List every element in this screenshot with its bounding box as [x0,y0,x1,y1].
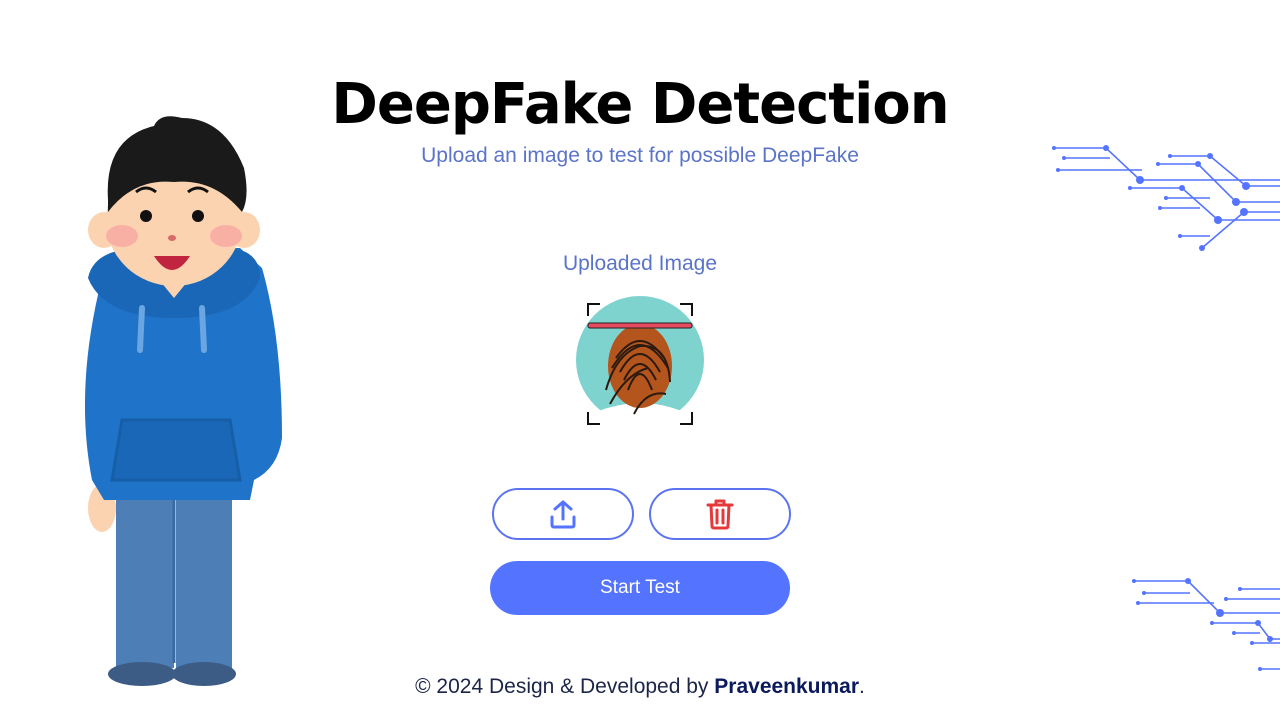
page-title: DeepFake Detection [331,72,949,137]
trash-icon [706,499,734,530]
footer-author: Praveenkumar [714,675,860,698]
person-illustration [84,116,283,686]
circuit-decoration-bottom [1132,578,1280,671]
start-test-button[interactable]: Start Test [490,561,790,615]
footer-suffix: . [859,675,865,698]
circuit-decoration-top [1052,145,1280,251]
uploaded-image-label: Uploaded Image [562,252,718,275]
footer-prefix: © 2024 Design & Developed by [415,675,715,698]
delete-button[interactable] [649,488,791,540]
upload-button[interactable] [492,488,634,540]
fingerprint-scan-icon [576,296,704,428]
footer-credit: © 2024 Design & Developed by Praveenkuma… [0,675,1280,699]
upload-icon [550,500,576,529]
